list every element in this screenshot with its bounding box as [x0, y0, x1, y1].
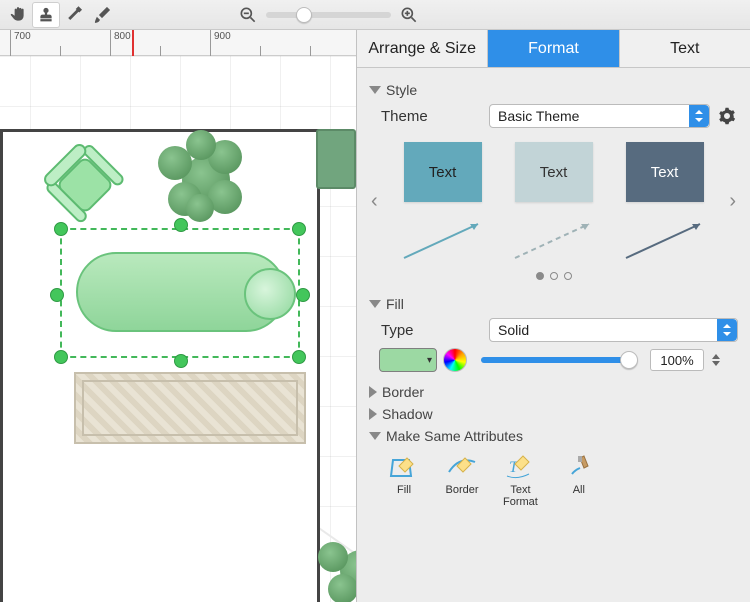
ruler-cursor — [132, 30, 134, 56]
canvas[interactable] — [0, 56, 356, 602]
plant-shape[interactable] — [316, 526, 356, 602]
preset-arrow-3 — [622, 218, 708, 262]
style-preset[interactable]: Text — [400, 142, 486, 262]
section-fill-header[interactable]: Fill — [369, 296, 738, 312]
zoom-controls — [236, 3, 421, 27]
paintbrush-tool-button[interactable] — [88, 2, 116, 28]
apply-fill-button[interactable]: Fill — [387, 454, 421, 508]
section-same-attributes-header[interactable]: Make Same Attributes — [369, 428, 738, 444]
swatch-1: Text — [404, 142, 482, 202]
preset-arrow-2 — [511, 218, 597, 262]
apply-border-button[interactable]: Border — [445, 454, 479, 508]
ruler-mark: 900 — [214, 31, 231, 42]
horizontal-ruler: 700 800 900 — [0, 30, 356, 56]
ruler-mark: 700 — [14, 31, 31, 42]
presets-next-button[interactable]: › — [729, 190, 736, 213]
fill-opacity-field[interactable]: 100% — [650, 349, 704, 371]
swatch-2: Text — [515, 142, 593, 202]
apply-text-format-button[interactable]: T Text Format — [503, 454, 538, 508]
fill-opacity-slider[interactable] — [481, 357, 636, 363]
preset-arrow-1 — [400, 218, 486, 262]
section-border-header[interactable]: Border — [369, 384, 738, 400]
section-shadow-header[interactable]: Shadow — [369, 406, 738, 422]
zoom-slider[interactable] — [266, 12, 391, 18]
stamp-tool-button[interactable] — [32, 2, 60, 28]
style-preset[interactable]: Text — [511, 142, 597, 262]
fill-opacity-stepper[interactable] — [712, 349, 726, 371]
section-style-header[interactable]: Style — [369, 82, 738, 98]
theme-select[interactable]: Basic Theme — [489, 104, 710, 128]
theme-label: Theme — [369, 108, 489, 125]
zoom-in-button[interactable] — [397, 3, 421, 27]
top-toolbar — [0, 0, 750, 30]
eyedropper-tool-button[interactable] — [60, 2, 88, 28]
swatch-3: Text — [626, 142, 704, 202]
apply-all-button[interactable]: All — [562, 454, 596, 508]
theme-settings-button[interactable] — [716, 105, 738, 127]
wall-fixture[interactable] — [316, 129, 356, 189]
style-presets: ‹ Text Text Text › — [369, 132, 738, 262]
fill-color-picker[interactable]: ▾ — [379, 348, 437, 372]
panel-tabs: Arrange & Size Format Text — [357, 30, 750, 68]
style-preset[interactable]: Text — [622, 142, 708, 262]
color-wheel-button[interactable] — [443, 348, 467, 372]
zoom-out-button[interactable] — [236, 3, 260, 27]
ruler-mark: 800 — [114, 31, 131, 42]
tab-text[interactable]: Text — [620, 30, 750, 67]
tab-format[interactable]: Format — [488, 30, 619, 67]
presets-prev-button[interactable]: ‹ — [371, 190, 378, 213]
format-panel: Arrange & Size Format Text Style Theme B… — [356, 30, 750, 602]
plant-shape[interactable] — [152, 126, 252, 226]
tab-arrange-size[interactable]: Arrange & Size — [357, 30, 488, 67]
fill-type-select[interactable]: Solid — [489, 318, 738, 342]
fill-type-label: Type — [369, 322, 489, 339]
rug-shape[interactable] — [74, 372, 306, 444]
hand-tool-button[interactable] — [4, 2, 32, 28]
lamp-shape[interactable] — [244, 268, 296, 320]
preset-pager[interactable] — [369, 272, 738, 280]
